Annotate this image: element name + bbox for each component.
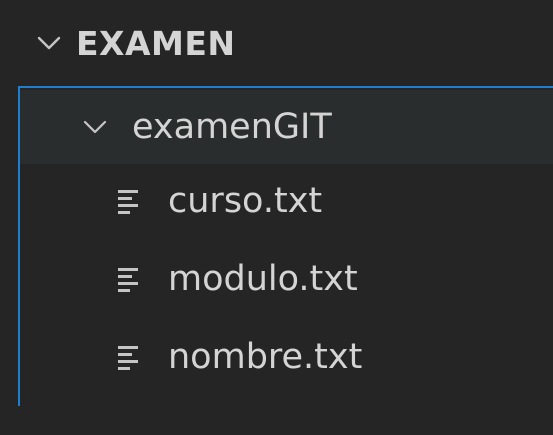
text-file-icon	[116, 342, 142, 372]
folder-label: examenGIT	[132, 106, 332, 147]
tree-file-modulo[interactable]: modulo.txt	[20, 240, 553, 318]
file-label: curso.txt	[168, 180, 323, 221]
explorer-panel: EXAMEN examenGIT curso.txt modulo.txt no…	[0, 0, 553, 435]
text-file-icon	[116, 264, 142, 294]
file-label: nombre.txt	[168, 336, 363, 377]
tree-file-nombre[interactable]: nombre.txt	[20, 318, 553, 396]
tree-folder-examengit[interactable]: examenGIT	[20, 90, 553, 164]
text-file-icon	[116, 186, 142, 216]
file-label: modulo.txt	[168, 258, 358, 299]
file-tree: examenGIT curso.txt modulo.txt nombre.tx…	[18, 86, 553, 406]
chevron-down-icon[interactable]	[36, 30, 62, 56]
explorer-section-header[interactable]: EXAMEN	[0, 0, 553, 86]
explorer-empty-area	[0, 406, 553, 435]
tree-file-curso[interactable]: curso.txt	[20, 162, 553, 240]
chevron-down-icon[interactable]	[82, 114, 108, 140]
section-title: EXAMEN	[76, 23, 236, 63]
